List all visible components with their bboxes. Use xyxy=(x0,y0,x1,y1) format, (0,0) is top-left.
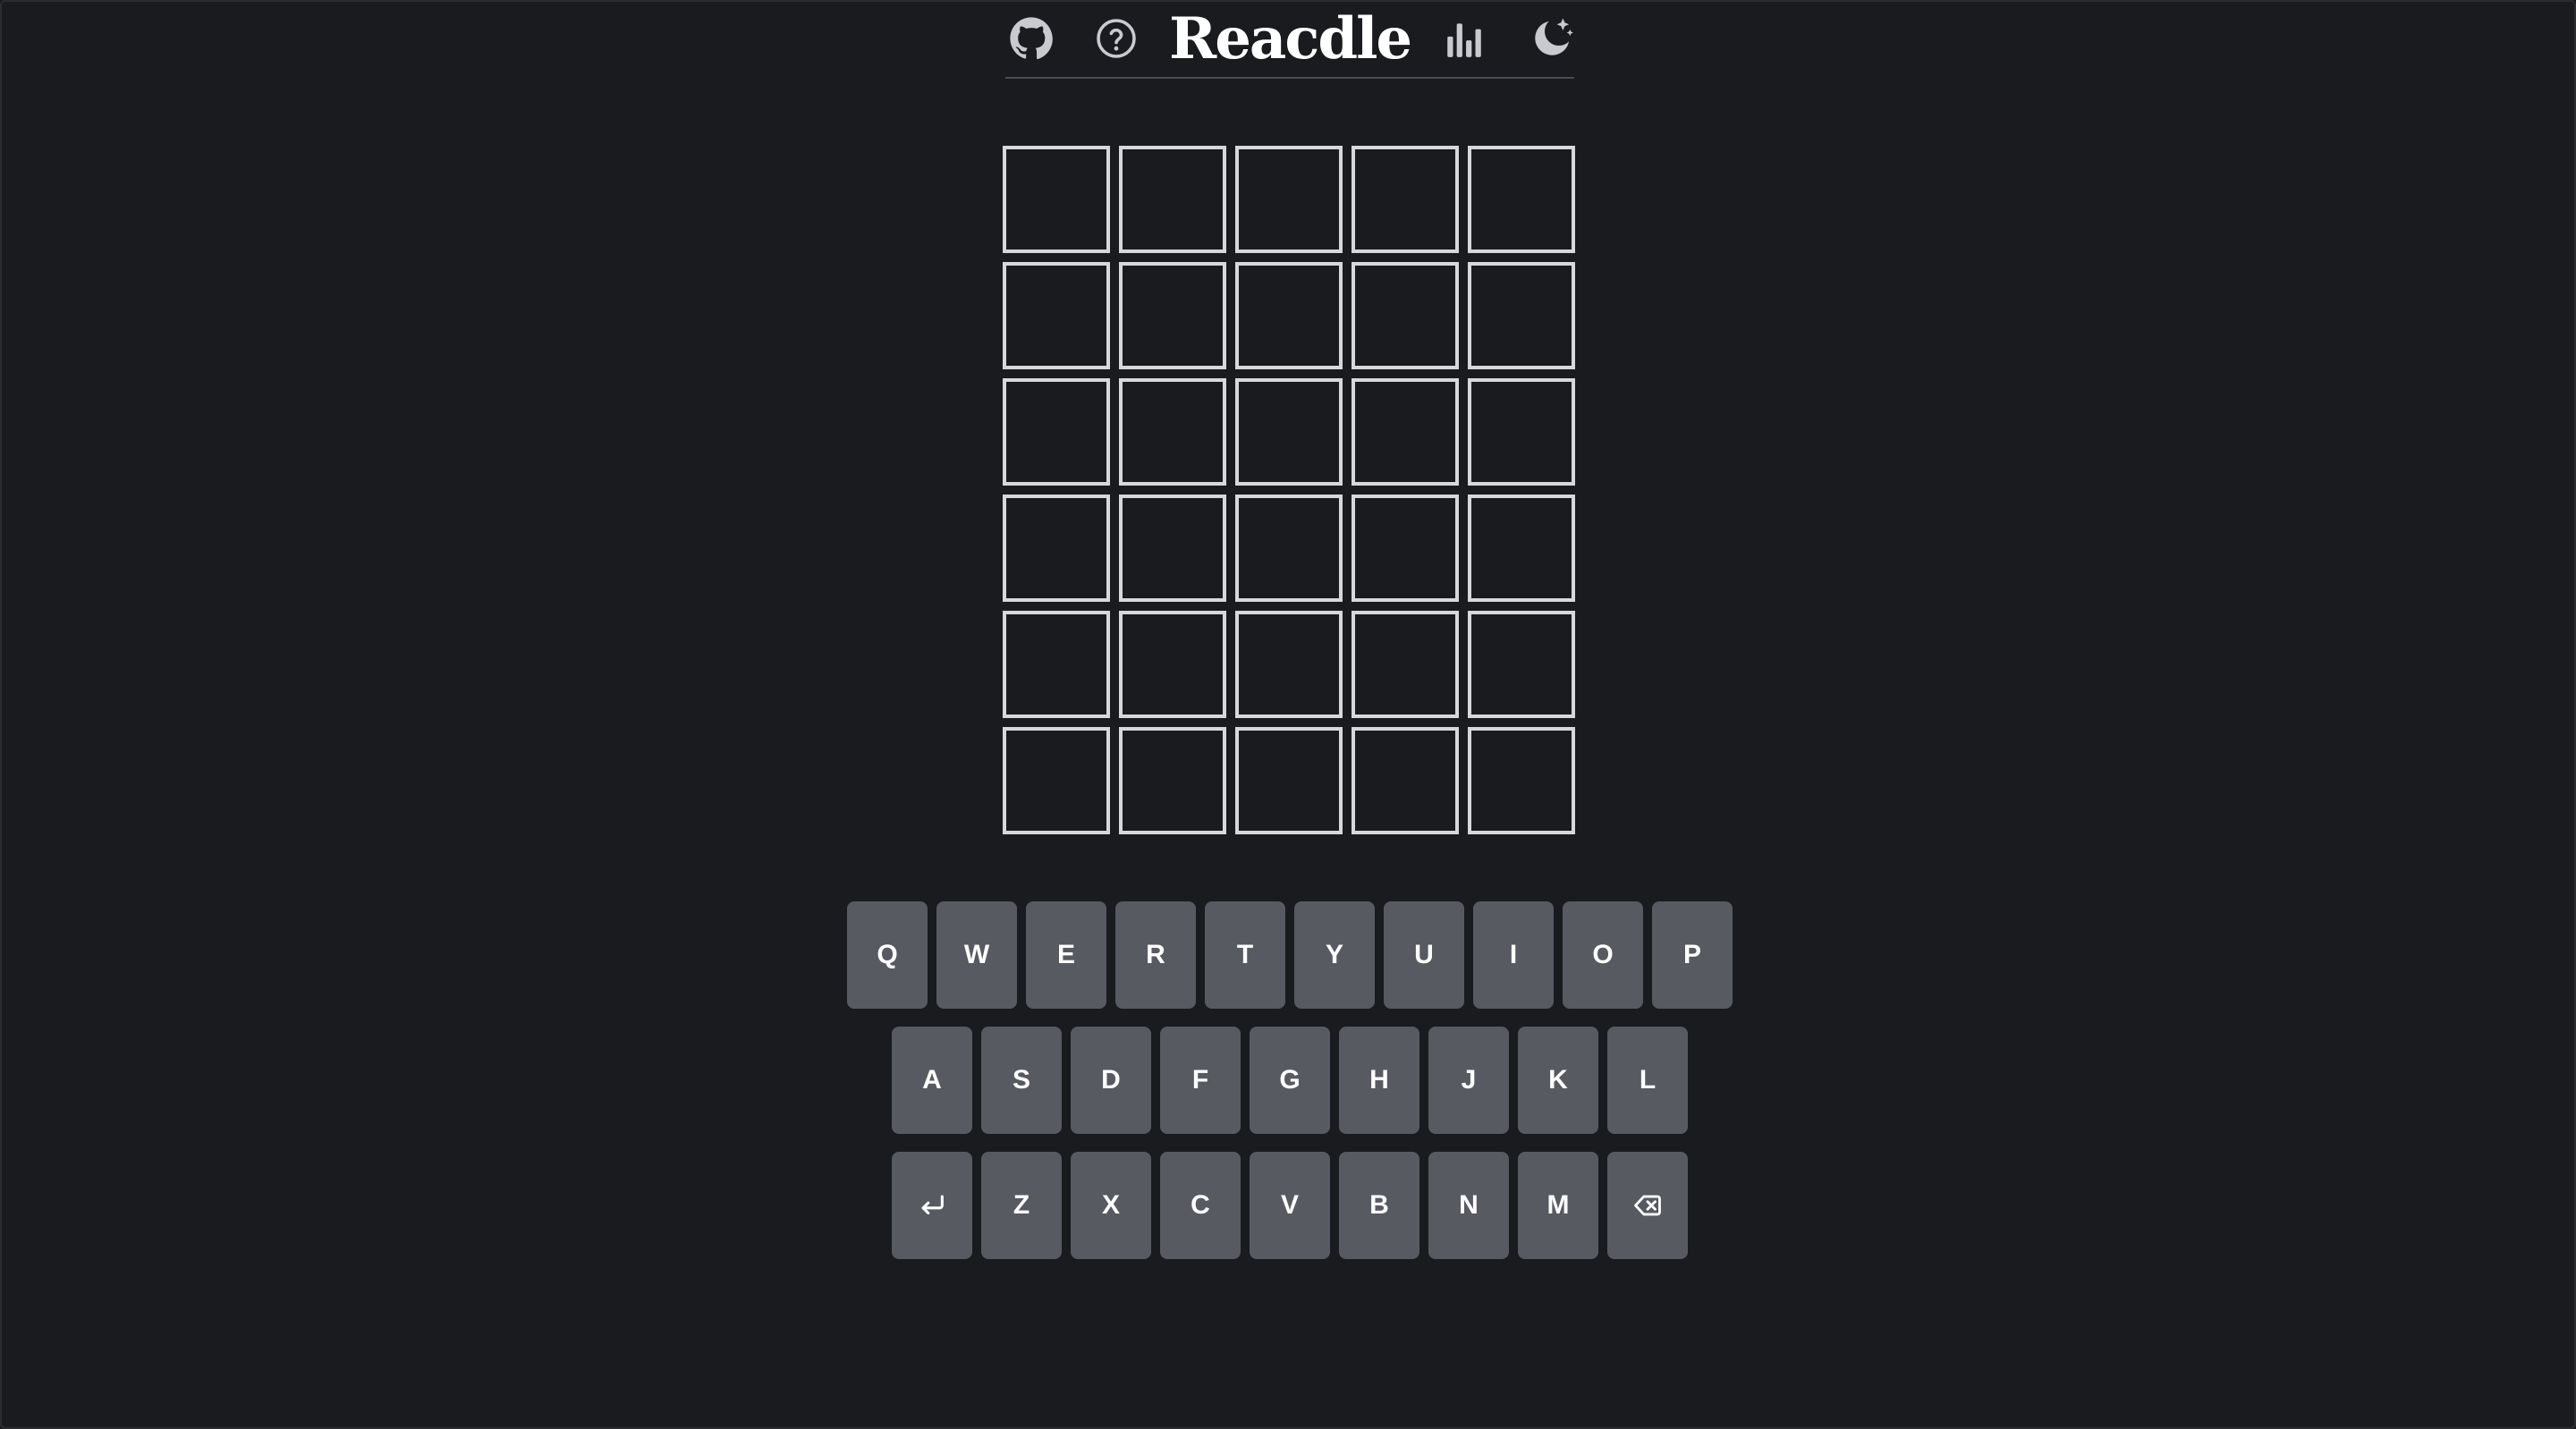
board-tile xyxy=(1352,378,1459,486)
github-icon[interactable] xyxy=(1005,13,1057,64)
backspace-icon xyxy=(1634,1195,1661,1216)
theme-icon[interactable] xyxy=(1526,13,1578,64)
key-a[interactable]: A xyxy=(892,1027,972,1134)
board-tile xyxy=(1119,146,1226,253)
board-tile xyxy=(1352,495,1459,602)
board-tile xyxy=(1235,495,1343,602)
board-tile xyxy=(1119,727,1226,834)
enter-key[interactable] xyxy=(892,1152,972,1259)
board-tile xyxy=(1352,727,1459,834)
board-tile xyxy=(1468,262,1575,369)
board-tile xyxy=(1352,146,1459,253)
backspace-key[interactable] xyxy=(1607,1152,1688,1259)
board-tile xyxy=(1235,727,1343,834)
board-tile xyxy=(1119,611,1226,718)
board-tile xyxy=(1352,262,1459,369)
key-l[interactable]: L xyxy=(1607,1027,1688,1134)
board-tile xyxy=(1468,611,1575,718)
board-tile xyxy=(1003,727,1110,834)
keyboard-row-1: QWERTYUIOP xyxy=(847,901,1733,1009)
key-s[interactable]: S xyxy=(981,1027,1062,1134)
board-tile xyxy=(1468,495,1575,602)
key-m[interactable]: M xyxy=(1518,1152,1598,1259)
keyboard-row-2: ASDFGHJKL xyxy=(892,1027,1688,1134)
game-board xyxy=(1003,146,1575,834)
key-o[interactable]: O xyxy=(1563,901,1643,1009)
key-r[interactable]: R xyxy=(1115,901,1196,1009)
key-w[interactable]: W xyxy=(936,901,1017,1009)
board-tile xyxy=(1235,611,1343,718)
key-i[interactable]: I xyxy=(1473,901,1554,1009)
key-j[interactable]: J xyxy=(1428,1027,1509,1134)
page-title: Reacdle xyxy=(1169,5,1412,72)
board-tile xyxy=(1468,727,1575,834)
key-q[interactable]: Q xyxy=(847,901,928,1009)
key-d[interactable]: D xyxy=(1071,1027,1151,1134)
key-y[interactable]: Y xyxy=(1294,901,1375,1009)
board-tile xyxy=(1119,378,1226,486)
stats-icon[interactable] xyxy=(1438,13,1490,64)
board-tile xyxy=(1468,378,1575,486)
app-window: Reacdle QWERTYUIOP ASDFGHJKL Z X C V B N… xyxy=(0,0,2576,1429)
key-t[interactable]: T xyxy=(1205,901,1285,1009)
key-b[interactable]: B xyxy=(1339,1152,1419,1259)
board-tile xyxy=(1003,146,1110,253)
key-u[interactable]: U xyxy=(1384,901,1464,1009)
header: Reacdle xyxy=(1005,2,1574,79)
board-tile xyxy=(1003,262,1110,369)
help-icon[interactable] xyxy=(1090,13,1142,64)
key-v[interactable]: V xyxy=(1250,1152,1330,1259)
board-tile xyxy=(1003,495,1110,602)
board-tile xyxy=(1119,262,1226,369)
key-c[interactable]: C xyxy=(1160,1152,1241,1259)
key-p[interactable]: P xyxy=(1652,901,1733,1009)
board-tile xyxy=(1235,146,1343,253)
keyboard-row-3: ZXCVBNM xyxy=(892,1152,1688,1259)
key-x[interactable]: X xyxy=(1071,1152,1151,1259)
enter-icon xyxy=(921,1195,944,1215)
board-tile xyxy=(1119,495,1226,602)
key-k[interactable]: K xyxy=(1518,1027,1598,1134)
board-tile xyxy=(1235,378,1343,486)
board-tile xyxy=(1352,611,1459,718)
board-tile xyxy=(1235,262,1343,369)
board-tile xyxy=(1003,611,1110,718)
key-f[interactable]: F xyxy=(1160,1027,1241,1134)
key-n[interactable]: N xyxy=(1428,1152,1509,1259)
key-z[interactable]: Z xyxy=(981,1152,1062,1259)
key-g[interactable]: G xyxy=(1250,1027,1330,1134)
board-tile xyxy=(1003,378,1110,486)
board-tile xyxy=(1468,146,1575,253)
key-e[interactable]: E xyxy=(1026,901,1106,1009)
key-h[interactable]: H xyxy=(1339,1027,1419,1134)
